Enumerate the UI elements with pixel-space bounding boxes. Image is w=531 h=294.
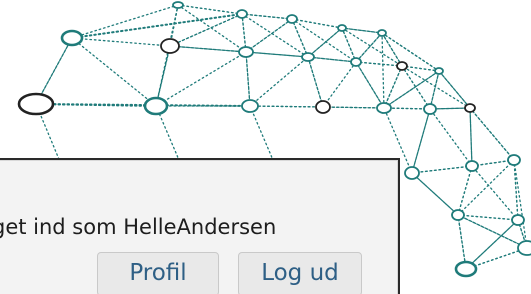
network-node — [465, 160, 479, 172]
network-node — [377, 29, 387, 37]
network-node — [241, 99, 259, 113]
network-link — [381, 32, 385, 109]
network-link — [381, 32, 440, 72]
network-node — [315, 100, 331, 114]
network-node — [376, 102, 392, 114]
network-node — [286, 14, 298, 24]
network-link — [245, 51, 309, 58]
network-node — [517, 240, 531, 256]
network-link — [401, 65, 431, 110]
network-node — [143, 96, 169, 116]
network-node — [60, 29, 84, 47]
network-node — [396, 61, 408, 71]
logout-button[interactable]: Log ud — [238, 252, 362, 294]
network-link — [249, 56, 309, 107]
network-link — [177, 4, 247, 53]
network-node — [160, 38, 180, 54]
network-node — [434, 67, 444, 75]
network-link — [322, 61, 357, 108]
screen: get ind som HelleAndersen Profil Log ud — [0, 0, 531, 294]
network-link — [469, 107, 515, 161]
network-link — [71, 4, 179, 39]
network-link — [401, 65, 431, 110]
network-node — [511, 214, 525, 226]
network-link — [355, 32, 383, 63]
network-link — [469, 107, 473, 167]
network-node — [464, 103, 476, 113]
login-panel: get ind som HelleAndersen Profil Log ud — [0, 158, 400, 294]
network-link — [155, 51, 247, 107]
network-link — [71, 37, 157, 107]
network-node — [236, 9, 248, 19]
network-node — [507, 154, 521, 166]
network-link — [355, 61, 403, 67]
network-link — [411, 165, 473, 174]
network-link — [471, 165, 519, 221]
network-node — [423, 103, 437, 115]
network-node — [172, 1, 184, 9]
network-node — [238, 46, 254, 58]
network-node — [337, 24, 347, 32]
network-node — [301, 52, 315, 62]
network-link — [429, 108, 473, 167]
network-node — [454, 260, 478, 278]
network-link — [241, 13, 293, 20]
network-link — [513, 159, 528, 249]
login-status-text: get ind som HelleAndersen — [0, 215, 277, 239]
network-node — [17, 92, 55, 116]
network-link — [241, 13, 293, 20]
network-link — [513, 159, 519, 221]
network-node — [404, 166, 420, 180]
network-node — [451, 209, 465, 221]
network-link — [71, 37, 171, 47]
network-node — [350, 57, 362, 67]
profile-button[interactable]: Profil — [97, 252, 219, 294]
network-link — [177, 4, 243, 15]
network-link — [381, 32, 403, 67]
